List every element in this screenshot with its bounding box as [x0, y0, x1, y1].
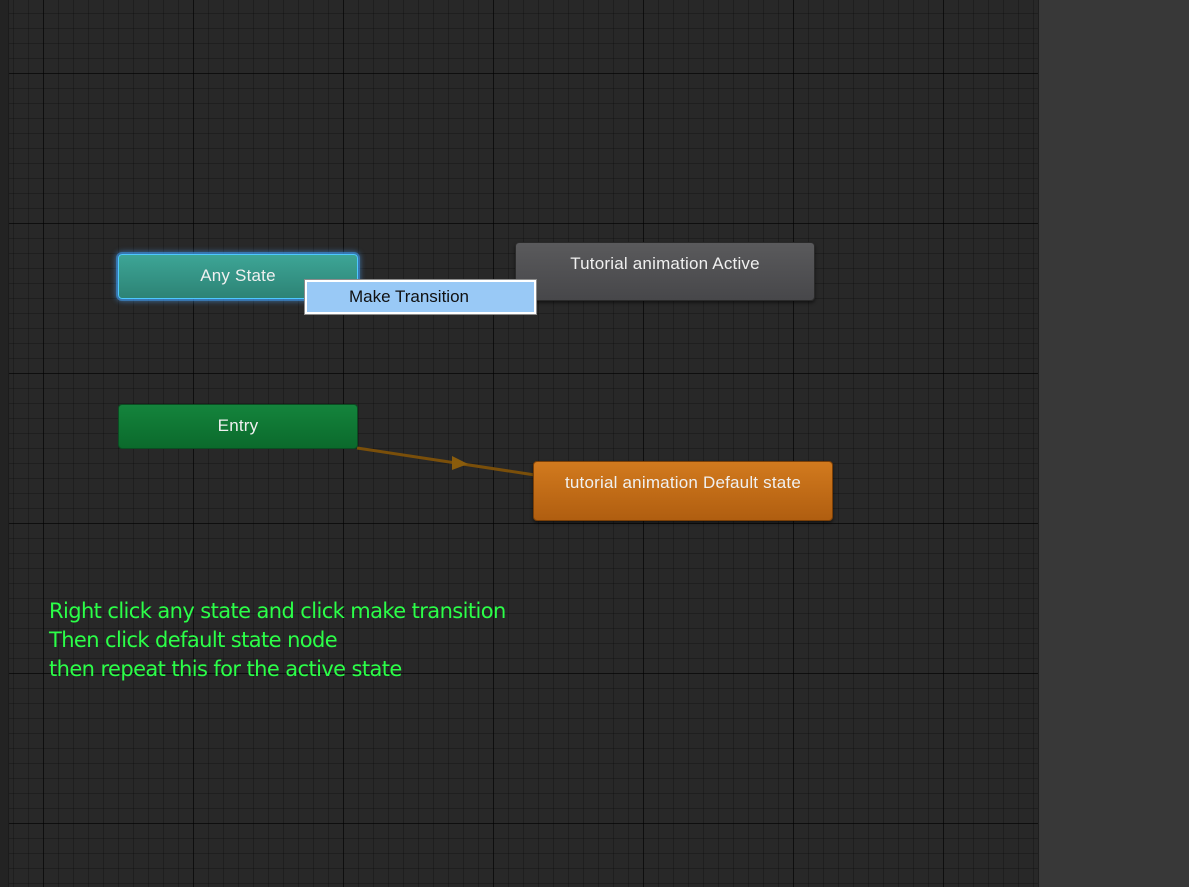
context-menu: Make Transition	[304, 279, 537, 315]
default-state-label: tutorial animation Default state	[564, 473, 802, 492]
instruction-annotation: Right click any state and click make tra…	[49, 597, 506, 684]
active-state-label: Tutorial animation Active	[570, 254, 760, 273]
side-panel	[1038, 0, 1189, 887]
default-state-node[interactable]: tutorial animation Default state	[533, 461, 833, 521]
make-transition-label: Make Transition	[349, 287, 469, 306]
entry-label: Entry	[217, 416, 259, 435]
instruction-line: Then click default state node	[49, 628, 338, 652]
instruction-line: Right click any state and click make tra…	[49, 599, 506, 623]
entry-node[interactable]: Entry	[118, 404, 358, 449]
any-state-label: Any State	[200, 266, 276, 285]
tutorial-animation-active-node[interactable]: Tutorial animation Active	[515, 242, 815, 301]
left-border	[0, 0, 9, 887]
instruction-line: then repeat this for the active state	[49, 657, 402, 681]
animator-window: Any State Tutorial animation Active Entr…	[0, 0, 1189, 887]
make-transition-menu-item[interactable]: Make Transition	[307, 282, 534, 312]
